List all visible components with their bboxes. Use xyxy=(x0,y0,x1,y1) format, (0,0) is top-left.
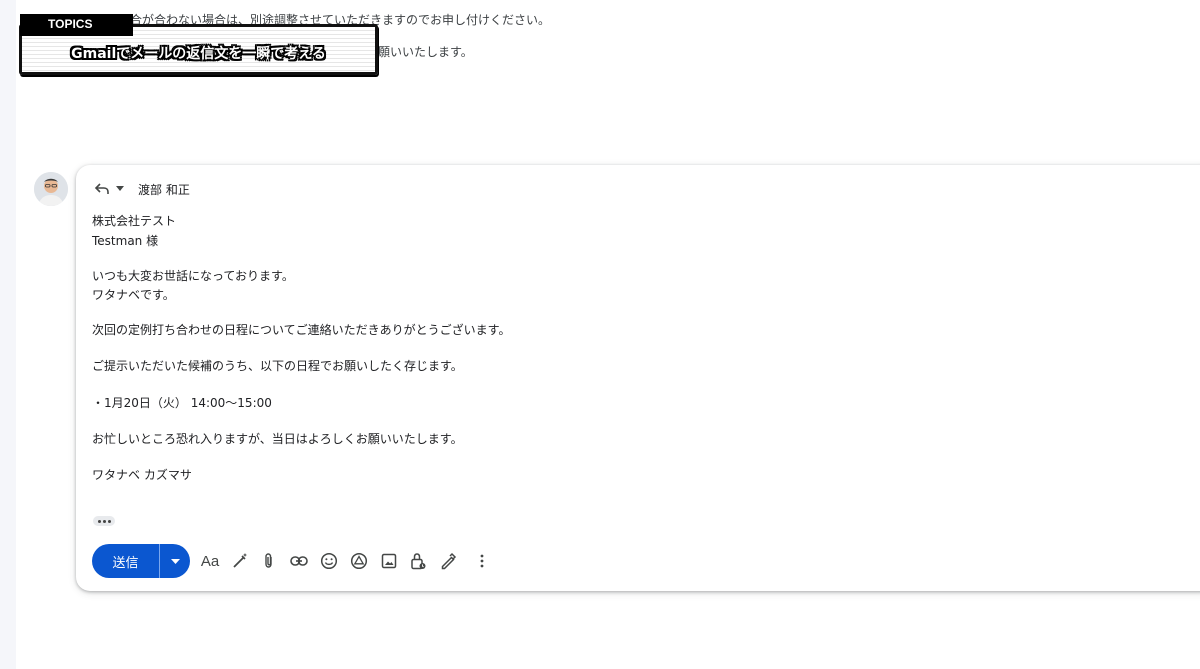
reply-header: 渡部 和正 xyxy=(94,180,190,198)
topics-tag: TOPICS xyxy=(20,14,133,36)
send-options-button[interactable] xyxy=(160,544,190,578)
drive-icon[interactable] xyxy=(348,550,370,572)
send-button[interactable]: 送信 xyxy=(92,544,160,578)
confidential-icon[interactable] xyxy=(407,550,429,572)
show-trimmed-content-button[interactable] xyxy=(93,516,115,526)
body-line[interactable]: 株式会社テスト xyxy=(92,212,176,229)
send-button-group: 送信 xyxy=(92,544,190,578)
emoji-icon[interactable] xyxy=(318,550,340,572)
body-line[interactable]: お忙しいところ恐れ入りますが、当日はよろしくお願いいたします。 xyxy=(92,430,463,447)
attach-icon[interactable] xyxy=(258,550,280,572)
recipient-name[interactable]: 渡部 和正 xyxy=(138,181,190,198)
reply-compose-card[interactable]: 渡部 和正 株式会社テスト Testman 様 いつも大変お世話になっております… xyxy=(76,165,1200,591)
body-line[interactable]: ワタナベ カズマサ xyxy=(92,466,192,483)
left-rail xyxy=(0,0,16,669)
body-line[interactable]: ワタナベです。 xyxy=(92,286,175,303)
formatting-icon[interactable]: Aa xyxy=(199,550,221,572)
body-line[interactable]: ご提示いただいた候補のうち、以下の日程でお願いしたく存じます。 xyxy=(92,357,463,374)
signature-icon[interactable] xyxy=(437,550,459,572)
body-line[interactable]: 次回の定例打ち合わせの日程についてご連絡いただきありがとうございます。 xyxy=(92,321,510,338)
more-vert-icon[interactable] xyxy=(471,550,493,572)
body-line[interactable]: いつも大変お世話になっております。 xyxy=(92,267,294,284)
formatting-label: Aa xyxy=(200,552,220,570)
link-icon[interactable] xyxy=(288,550,310,572)
avatar xyxy=(34,172,68,206)
photo-icon[interactable] xyxy=(378,550,400,572)
dropdown-arrow-icon[interactable] xyxy=(116,186,124,192)
body-line[interactable]: ・1月20日（火） 14:00〜15:00 xyxy=(92,394,272,411)
previous-message-line-2: 願いいたします。 xyxy=(378,45,473,59)
ai-write-icon[interactable] xyxy=(229,550,251,572)
reply-icon[interactable] xyxy=(94,182,110,196)
body-line[interactable]: Testman 様 xyxy=(92,232,158,249)
dropdown-arrow-icon xyxy=(170,558,180,564)
topics-title: Gmailでメールの返信文を一瞬で考える xyxy=(71,46,326,62)
